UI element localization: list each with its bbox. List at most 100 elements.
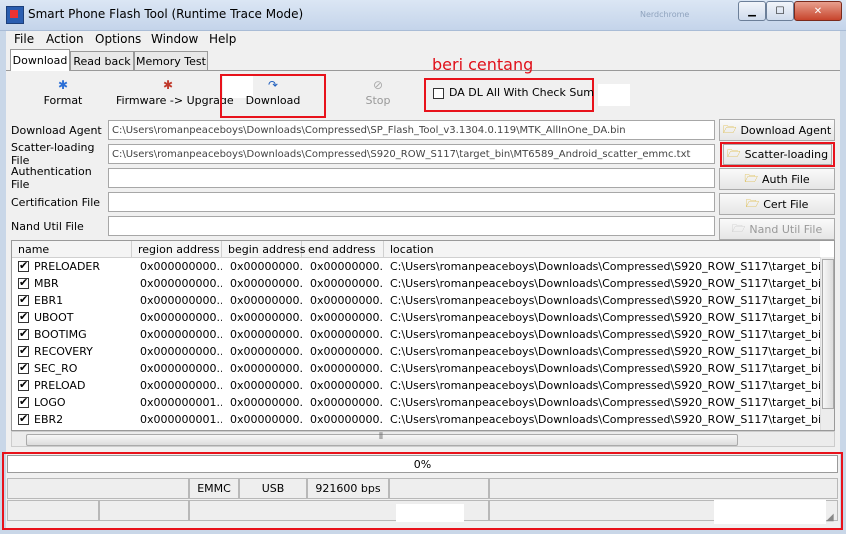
row-name: PRELOADER <box>34 260 101 273</box>
status-port: USB <box>239 478 307 499</box>
download-agent-button[interactable]: 🗁 Download Agent <box>719 119 835 141</box>
download-agent-label: Download Agent <box>11 123 102 137</box>
table-row[interactable]: UBOOT 0x000000000... 0x00000000... 0x000000… <box>12 309 820 326</box>
table-row[interactable]: PRELOAD 0x000000000... 0x00000000... 0x0000… <box>12 377 820 394</box>
row-checkbox[interactable] <box>18 327 29 340</box>
row-checkbox[interactable] <box>18 276 29 289</box>
stop-icon: ⊘ <box>372 78 384 92</box>
window-title: Smart Phone Flash Tool (Runtime Trace Mo… <box>28 7 304 21</box>
table-row[interactable]: SEC_RO 0x000000000... 0x00000000... 0x00000… <box>12 360 820 377</box>
table-row[interactable]: RECOVERY 0x000000000... 0x00000000... 0x000… <box>12 343 820 360</box>
white-patch-3 <box>396 504 464 522</box>
progress-bar: 0% <box>7 455 838 473</box>
row-location: C:\Users\romanpeaceboys\Downloads\Compre… <box>390 362 820 375</box>
row-end-address: 0x00000000... <box>310 413 384 426</box>
scatter-loading-button[interactable]: 🗁 Scatter-loading <box>723 144 832 165</box>
app-icon <box>6 6 24 24</box>
row-region-address: 0x000000000... <box>140 328 222 341</box>
horizontal-scrollbar[interactable]: ⦀ <box>11 431 835 447</box>
row-end-address: 0x00000000... <box>310 328 384 341</box>
column-region-address[interactable]: region address <box>132 241 222 257</box>
row-name: SEC_RO <box>34 362 78 375</box>
menu-file[interactable]: File <box>14 32 34 46</box>
row-checkbox[interactable] <box>18 259 29 272</box>
status-cell-empty-4 <box>7 500 99 521</box>
horizontal-scroll-thumb[interactable]: ⦀ <box>26 432 738 446</box>
status-baud: 921600 bps <box>307 478 389 499</box>
row-begin-address: 0x00000000... <box>230 379 302 392</box>
auth-file-button-label: Auth File <box>761 172 810 186</box>
certification-field[interactable] <box>108 192 715 212</box>
row-checkbox[interactable] <box>18 412 29 425</box>
nand-util-field[interactable] <box>108 216 715 236</box>
folder-open-icon: 🗁 <box>731 221 746 235</box>
stop-button[interactable]: ⊘ Stop <box>355 78 401 114</box>
row-name: PRELOAD <box>34 379 86 392</box>
download-button[interactable]: ↷ Download <box>243 78 303 114</box>
close-button[interactable]: ✕ <box>794 1 842 21</box>
table-row[interactable]: BOOTIMG 0x000000000... 0x00000000... 0x0000… <box>12 326 820 343</box>
tab-memory-test[interactable]: Memory Test <box>134 51 208 71</box>
row-checkbox[interactable] <box>18 361 29 374</box>
column-end-address[interactable]: end address <box>302 241 384 257</box>
column-begin-address[interactable]: begin address <box>222 241 305 257</box>
tab-read-back[interactable]: Read back <box>70 51 134 71</box>
table-row[interactable]: MBR 0x000000000... 0x00000000... 0x00000000… <box>12 275 820 292</box>
firmware-upgrade-button[interactable]: ✱ Firmware -> Upgrade <box>116 78 234 114</box>
row-checkbox[interactable] <box>18 395 29 408</box>
minimize-button[interactable]: ▁ <box>738 1 766 21</box>
format-button[interactable]: ✱ Format <box>38 78 88 114</box>
row-location: C:\Users\romanpeaceboys\Downloads\Compre… <box>390 413 820 426</box>
title-bar: Smart Phone Flash Tool (Runtime Trace Mo… <box>0 0 846 31</box>
row-checkbox[interactable] <box>18 293 29 306</box>
row-region-address: 0x000000000... <box>140 362 222 375</box>
stop-label: Stop <box>365 94 391 107</box>
menu-help[interactable]: Help <box>209 32 236 46</box>
table-header: name region address begin address end ad… <box>12 241 820 258</box>
download-agent-field[interactable]: C:\Users\romanpeaceboys\Downloads\Compre… <box>108 120 715 140</box>
table-row[interactable]: EBR2 0x000000001... 0x00000000... 0x0000000… <box>12 411 820 428</box>
vertical-scrollbar[interactable] <box>820 257 834 430</box>
row-checkbox[interactable] <box>18 344 29 357</box>
maximize-button[interactable]: ☐ <box>766 1 794 21</box>
row-begin-address: 0x00000000... <box>230 345 302 358</box>
column-name[interactable]: name <box>12 241 132 257</box>
menu-window[interactable]: Window <box>151 32 198 46</box>
download-agent-button-label: Download Agent <box>740 123 832 137</box>
table-row[interactable]: LOGO 0x000000001... 0x00000000... 0x0000000… <box>12 394 820 411</box>
row-end-address: 0x00000000... <box>310 260 384 273</box>
column-location[interactable]: location <box>384 241 820 257</box>
row-begin-address: 0x00000000... <box>230 328 302 341</box>
auth-file-button[interactable]: 🗁 Auth File <box>719 168 835 190</box>
row-checkbox[interactable] <box>18 378 29 391</box>
cert-file-button-label: Cert File <box>763 197 809 211</box>
checksum-label: DA DL All With Check Sum <box>449 86 595 99</box>
scatter-loading-field[interactable]: C:\Users\romanpeaceboys\Downloads\Compre… <box>108 144 715 164</box>
row-end-address: 0x00000000... <box>310 311 384 324</box>
row-checkbox[interactable] <box>18 310 29 323</box>
table-row[interactable]: EBR1 0x000000000... 0x00000000... 0x0000000… <box>12 292 820 309</box>
row-end-address: 0x00000000... <box>310 277 384 290</box>
format-icon: ✱ <box>57 78 69 92</box>
authentication-field[interactable] <box>108 168 715 188</box>
certification-label: Certification File <box>11 195 101 209</box>
cert-file-button[interactable]: 🗁 Cert File <box>719 193 835 215</box>
tab-download[interactable]: Download <box>10 49 70 71</box>
annotation-text: beri centang <box>432 55 534 74</box>
row-begin-address: 0x00000000... <box>230 362 302 375</box>
menu-action[interactable]: Action <box>46 32 84 46</box>
status-cell-empty-1 <box>7 478 189 499</box>
resize-grip-icon[interactable]: ◢ <box>826 512 834 523</box>
row-region-address: 0x000000001... <box>140 413 222 426</box>
menu-options[interactable]: Options <box>95 32 141 46</box>
row-end-address: 0x00000000... <box>310 379 384 392</box>
status-cell-empty-2 <box>389 478 489 499</box>
row-begin-address: 0x00000000... <box>230 260 302 273</box>
format-label: Format <box>43 94 83 107</box>
row-end-address: 0x00000000... <box>310 345 384 358</box>
table-row[interactable]: PRELOADER 0x000000000... 0x00000000... 0x00… <box>12 258 820 275</box>
nand-util-file-button[interactable]: 🗁 Nand Util File <box>719 218 835 240</box>
vertical-scroll-thumb[interactable] <box>822 259 834 409</box>
row-name: LOGO <box>34 396 66 409</box>
checksum-checkbox[interactable] <box>433 88 444 99</box>
